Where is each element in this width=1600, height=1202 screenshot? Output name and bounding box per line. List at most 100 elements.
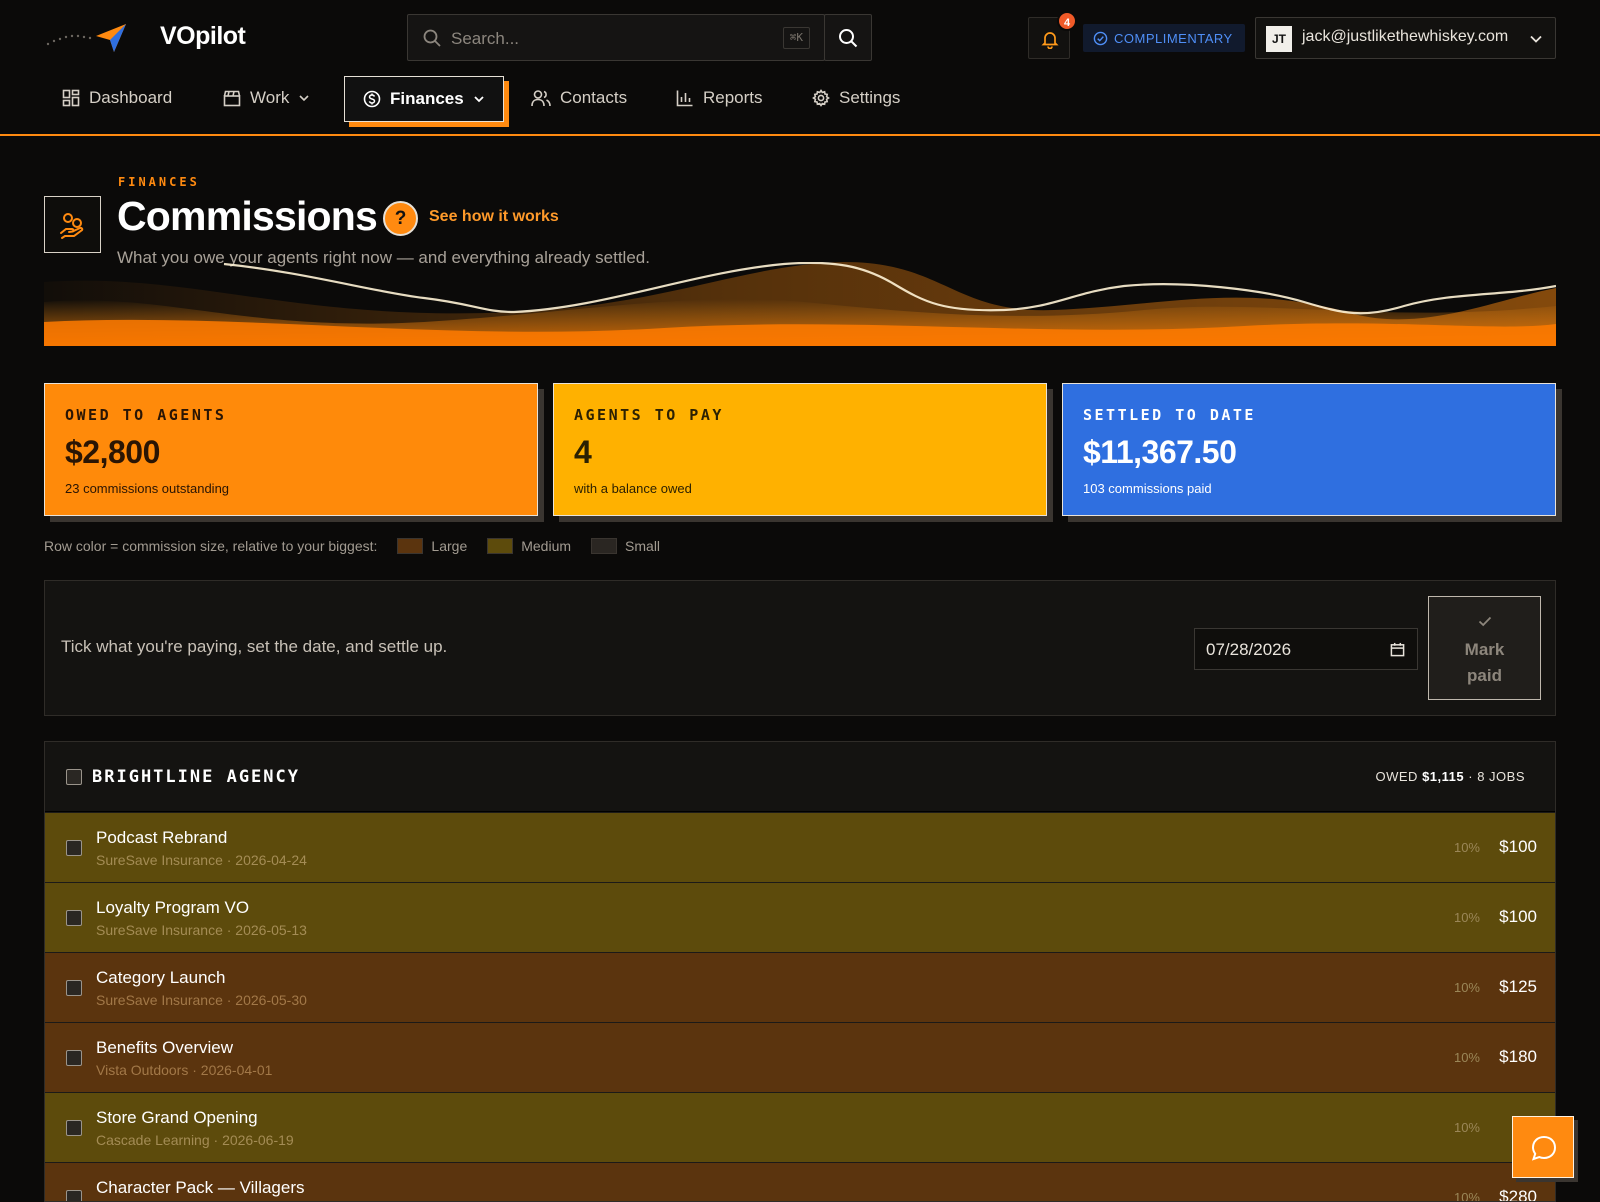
payment-date-input[interactable]: 07/28/2026 [1194, 628, 1418, 670]
stat-sub: with a balance owed [574, 481, 692, 496]
search-icon [423, 29, 441, 47]
see-how-it-works-link[interactable]: See how it works [429, 208, 559, 226]
stat-value: $11,367.50 [1083, 434, 1237, 470]
commission-amount: $100 [1499, 837, 1537, 856]
nav-finances-label: Finances [390, 89, 464, 108]
agency-owed-summary: OWED $1,115 · 8 JOBS [1376, 769, 1526, 784]
stat-value: $2,800 [65, 434, 160, 470]
stat-sub: 23 commissions outstanding [65, 481, 230, 496]
help-button[interactable]: ? [383, 201, 418, 236]
row-checkbox[interactable] [66, 910, 82, 926]
commission-amount: $180 [1499, 1047, 1537, 1066]
legend-swatch-large [397, 538, 424, 554]
calendar-icon[interactable] [1390, 642, 1405, 657]
table-row[interactable]: Podcast Rebrand SureSave Insurance · 202… [45, 812, 1555, 882]
job-title: Benefits Overview [96, 1038, 233, 1057]
stat-label: OWED TO AGENTS [65, 406, 227, 424]
table-row[interactable]: Benefits Overview Vista Outdoors · 2026-… [45, 1022, 1555, 1092]
search-icon [839, 29, 858, 48]
nav-settings[interactable]: Settings [812, 74, 900, 122]
commission-rate: 10% [1453, 910, 1480, 925]
legend-label-large: Large [431, 538, 468, 554]
commission-rate: 10% [1453, 840, 1480, 855]
row-checkbox[interactable] [66, 980, 82, 996]
table-row[interactable]: Loyalty Program VO SureSave Insurance · … [45, 882, 1555, 952]
chat-button[interactable] [1512, 1116, 1574, 1178]
job-client-date: SureSave Insurance · 2026-05-13 [96, 922, 307, 938]
owed-prefix: OWED [1375, 769, 1418, 784]
clapperboard-icon [223, 90, 241, 107]
size-legend: Row color = commission size, relative to… [44, 537, 660, 555]
user-menu[interactable]: JT jack@justlikethewhiskey.com [1255, 17, 1556, 59]
mark-paid-line1: Mark [1464, 640, 1505, 659]
page-title: Commissions [117, 193, 378, 239]
nav-finances[interactable]: Finances [344, 76, 504, 122]
table-row[interactable]: Store Grand Opening Cascade Learning · 2… [45, 1092, 1555, 1162]
commission-rate: 10% [1453, 980, 1480, 995]
row-checkbox[interactable] [66, 1190, 82, 1201]
notifications-button[interactable]: 4 [1028, 11, 1077, 59]
table-row[interactable]: Character Pack — Villagers 10% $280 [45, 1162, 1555, 1202]
settle-toolbar: Tick what you're paying, set the date, a… [44, 580, 1556, 716]
job-title: Store Grand Opening [96, 1108, 258, 1127]
mark-paid-button[interactable]: Mark paid [1428, 596, 1541, 700]
stat-card-agents: AGENTS TO PAY 4 with a balance owed [553, 383, 1047, 516]
chat-bubble-icon [1531, 1135, 1557, 1161]
job-title: Loyalty Program VO [96, 898, 250, 917]
nav-reports-label: Reports [703, 88, 763, 107]
nav-reports[interactable]: Reports [676, 74, 763, 122]
search-button[interactable] [824, 14, 872, 61]
table-row[interactable]: Category Launch SureSave Insurance · 202… [45, 952, 1555, 1022]
jobs-count: · 8 JOBS [1468, 769, 1525, 784]
commission-amount: $280 [1499, 1187, 1537, 1202]
bar-chart-icon [676, 90, 693, 107]
check-circle-icon [1093, 31, 1108, 45]
commissions-icon-tile [44, 196, 101, 253]
legend-intro: Row color = commission size, relative to… [44, 538, 378, 554]
chevron-down-icon [474, 96, 484, 103]
commission-rate: 10% [1453, 1120, 1480, 1135]
job-client-date: SureSave Insurance · 2026-04-24 [96, 852, 307, 868]
brand-name: VOpilot [160, 22, 246, 50]
nav-settings-label: Settings [839, 88, 901, 107]
user-email: jack@justlikethewhiskey.com [1302, 28, 1509, 45]
commission-amount: $100 [1499, 907, 1537, 926]
commission-amount: $125 [1499, 977, 1537, 996]
main-nav: Dashboard Work Finances Contacts Reports… [0, 74, 1600, 136]
plan-badge[interactable]: COMPLIMENTARY [1083, 24, 1245, 52]
job-title: Character Pack — Villagers [96, 1178, 305, 1197]
notification-count-badge: 4 [1057, 11, 1077, 31]
plan-label: COMPLIMENTARY [1114, 30, 1233, 46]
dashboard-icon [62, 89, 80, 107]
search-input[interactable]: Search... [451, 29, 519, 49]
dollar-circle-icon [363, 90, 381, 108]
nav-dashboard[interactable]: Dashboard [62, 74, 172, 122]
stat-label: AGENTS TO PAY [574, 406, 724, 424]
row-checkbox[interactable] [66, 840, 82, 856]
search-box[interactable]: Search... ⌘K [407, 14, 825, 61]
toolbar-hint: Tick what you're paying, set the date, a… [61, 637, 448, 656]
nav-contacts[interactable]: Contacts [531, 74, 627, 122]
select-all-checkbox[interactable] [66, 769, 82, 785]
stat-card-owed: OWED TO AGENTS $2,800 23 commissions out… [44, 383, 538, 516]
search-shortcut: ⌘K [782, 27, 810, 49]
legend-swatch-small [591, 538, 618, 554]
commission-rate: 10% [1453, 1190, 1480, 1202]
top-bar: VOpilot Search... ⌘K 4 COMPLIMENTARY JT … [0, 0, 1600, 74]
job-title: Podcast Rebrand [96, 828, 228, 847]
users-icon [531, 90, 551, 107]
legend-label-medium: Medium [521, 538, 572, 554]
job-client-date: Vista Outdoors · 2026-04-01 [96, 1062, 273, 1078]
job-client-date: Cascade Learning · 2026-06-19 [96, 1132, 294, 1148]
agency-header: BRIGHTLINE AGENCY OWED $1,115 · 8 JOBS [45, 742, 1555, 812]
legend-label-small: Small [625, 538, 661, 554]
job-title: Category Launch [96, 968, 226, 987]
nav-work[interactable]: Work [223, 74, 310, 122]
row-checkbox[interactable] [66, 1050, 82, 1066]
chevron-down-icon [1530, 35, 1542, 43]
job-client-date: SureSave Insurance · 2026-05-30 [96, 992, 307, 1008]
logo-icon[interactable] [44, 18, 130, 56]
commission-rate: 10% [1453, 1050, 1480, 1065]
hand-coins-icon [60, 213, 84, 239]
row-checkbox[interactable] [66, 1120, 82, 1136]
